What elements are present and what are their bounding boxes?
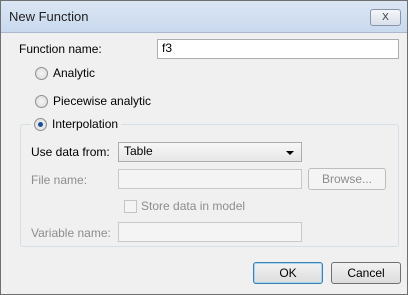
file-name-input[interactable]: [118, 169, 302, 189]
close-button[interactable]: X: [370, 9, 401, 26]
interpolation-radio[interactable]: [34, 117, 47, 131]
close-icon: X: [382, 12, 389, 23]
chevron-down-icon: [286, 151, 294, 155]
piecewise-analytic-radio[interactable]: [35, 95, 48, 108]
use-data-from-label: Use data from:: [31, 145, 110, 159]
variable-name-input[interactable]: [118, 222, 302, 242]
interpolation-legend: Interpolation: [31, 115, 122, 133]
use-data-from-select[interactable]: Table: [118, 142, 302, 162]
window-title: New Function: [9, 9, 89, 24]
store-data-label: Store data in model: [141, 199, 246, 213]
ok-button[interactable]: OK: [253, 262, 323, 284]
variable-name-label: Variable name:: [31, 226, 111, 240]
interpolation-radio-label: Interpolation: [52, 117, 119, 131]
new-function-dialog: New Function X Function name: f3 Analyti…: [0, 0, 408, 295]
function-name-label: Function name:: [19, 42, 102, 56]
title-bar: New Function X: [1, 1, 407, 33]
piecewise-analytic-radio-label: Piecewise analytic: [53, 94, 152, 108]
use-data-from-value: Table: [124, 144, 153, 158]
analytic-radio[interactable]: [35, 67, 48, 80]
store-data-checkbox[interactable]: [124, 200, 137, 213]
cancel-button[interactable]: Cancel: [331, 262, 401, 284]
file-name-label: File name:: [31, 173, 88, 187]
function-name-input[interactable]: f3: [157, 39, 399, 59]
browse-button[interactable]: Browse...: [308, 168, 386, 190]
analytic-radio-label: Analytic: [53, 66, 96, 80]
